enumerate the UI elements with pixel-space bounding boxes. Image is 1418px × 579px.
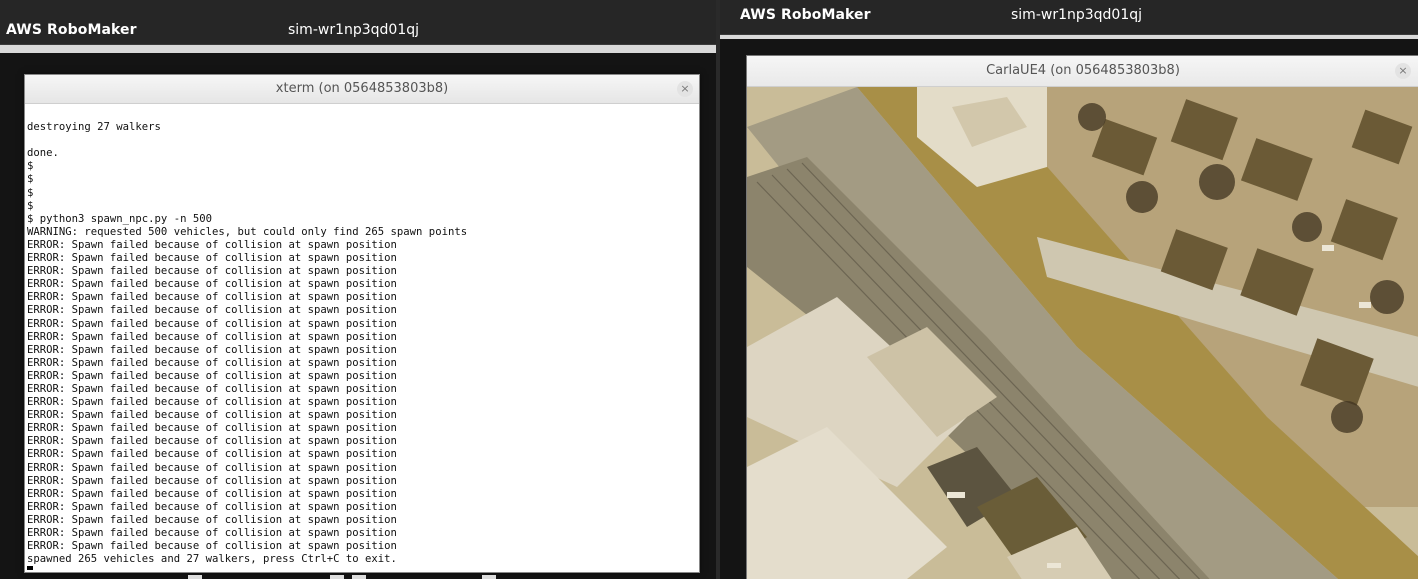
- right-session-pane: AWS RoboMaker sim-wr1np3qd01qj CarlaUE4 …: [720, 0, 1418, 579]
- terminal-line: ERROR: Spawn failed because of collision…: [27, 238, 397, 251]
- simulation-id: sim-wr1np3qd01qj: [1011, 7, 1143, 23]
- carla-titlebar[interactable]: CarlaUE4 (on 0564853803b8) ×: [747, 56, 1418, 87]
- xterm-window[interactable]: xterm (on 0564853803b8) × destroying 27 …: [24, 74, 700, 573]
- vehicle: [1047, 563, 1061, 568]
- close-icon[interactable]: ×: [677, 81, 693, 97]
- tree: [1126, 181, 1158, 213]
- terminal-line: ERROR: Spawn failed because of collision…: [27, 252, 397, 265]
- terminal-line: ERROR: Spawn failed because of collision…: [27, 356, 397, 369]
- terminal-line: ERROR: Spawn failed because of collision…: [27, 409, 397, 422]
- app-title: AWS RoboMaker: [740, 7, 871, 23]
- xterm-titlebar[interactable]: xterm (on 0564853803b8) ×: [25, 75, 699, 104]
- carla-window[interactable]: CarlaUE4 (on 0564853803b8) ×: [746, 55, 1418, 579]
- taskbar-mark: [352, 575, 366, 579]
- terminal-prompt-line: [27, 566, 697, 570]
- terminal-line: ERROR: Spawn failed because of collision…: [27, 330, 397, 343]
- terminal-line: ERROR: Spawn failed because of collision…: [27, 474, 397, 487]
- tree: [1370, 280, 1404, 314]
- terminal-line: ERROR: Spawn failed because of collision…: [27, 317, 397, 330]
- terminal-line: ERROR: Spawn failed because of collision…: [27, 278, 397, 291]
- vehicle: [947, 492, 965, 498]
- terminal-line: ERROR: Spawn failed because of collision…: [27, 382, 397, 395]
- terminal-line: WARNING: requested 500 vehicles, but cou…: [27, 225, 468, 238]
- terminal-line: ERROR: Spawn failed because of collision…: [27, 396, 397, 409]
- tree: [1292, 212, 1322, 242]
- terminal-line: ERROR: Spawn failed because of collision…: [27, 540, 397, 553]
- tree: [1078, 103, 1106, 131]
- session-titlebar: AWS RoboMaker sim-wr1np3qd01qj: [0, 0, 716, 45]
- terminal-line: ERROR: Spawn failed because of collision…: [27, 448, 397, 461]
- terminal-line: spawned 265 vehicles and 27 walkers, pre…: [27, 553, 397, 566]
- terminal-line: ERROR: Spawn failed because of collision…: [27, 487, 397, 500]
- vehicle: [1322, 245, 1334, 251]
- terminal-output[interactable]: destroying 27 walkers done. $ $ $ $ $ python3 …: [27, 108, 697, 570]
- taskbar-mark: [330, 575, 344, 579]
- terminal-line: ERROR: Spawn failed because of collision…: [27, 527, 397, 539]
- terminal-line: $ python3 spawn_npc.py -n 500: [27, 212, 212, 225]
- session-titlebar: AWS RoboMaker sim-wr1np3qd01qj: [720, 0, 1418, 35]
- terminal-line: ERROR: Spawn failed because of collision…: [27, 304, 397, 317]
- tree: [1199, 164, 1235, 200]
- terminal-line: $: [27, 186, 34, 199]
- carla-aerial-view[interactable]: [747, 87, 1418, 579]
- aerial-city-scene: [747, 87, 1418, 579]
- terminal-line: ERROR: Spawn failed because of collision…: [27, 369, 397, 382]
- tree: [1331, 401, 1363, 433]
- terminal-line: ERROR: Spawn failed because of collision…: [27, 343, 397, 356]
- terminal-line: ERROR: Spawn failed because of collision…: [27, 461, 397, 474]
- app-title: AWS RoboMaker: [6, 22, 137, 38]
- simulation-id: sim-wr1np3qd01qj: [288, 22, 420, 38]
- terminal-line: done.: [27, 147, 59, 160]
- taskbar-mark: [482, 575, 496, 579]
- terminal-line: destroying 27 walkers: [27, 121, 161, 134]
- terminal-line: ERROR: Spawn failed because of collision…: [27, 500, 397, 513]
- terminal-line: ERROR: Spawn failed because of collision…: [27, 435, 397, 448]
- vehicle: [1359, 302, 1371, 308]
- terminal-line: $: [27, 173, 34, 186]
- terminal-line: ERROR: Spawn failed because of collision…: [27, 422, 397, 435]
- terminal-line: $: [27, 199, 34, 212]
- terminal-line: ERROR: Spawn failed because of collision…: [27, 513, 397, 526]
- carla-title: CarlaUE4 (on 0564853803b8): [986, 63, 1180, 78]
- left-session-pane: AWS RoboMaker sim-wr1np3qd01qj xterm (on…: [0, 0, 716, 579]
- terminal-line: ERROR: Spawn failed because of collision…: [27, 291, 397, 304]
- terminal-cursor: [27, 566, 33, 570]
- xterm-title: xterm (on 0564853803b8): [275, 81, 449, 96]
- taskbar-mark: [188, 575, 202, 579]
- desktop-top-strip: [0, 45, 716, 53]
- terminal-line: ERROR: Spawn failed because of collision…: [27, 265, 397, 278]
- close-icon[interactable]: ×: [1395, 63, 1411, 79]
- terminal-line: $: [27, 160, 34, 173]
